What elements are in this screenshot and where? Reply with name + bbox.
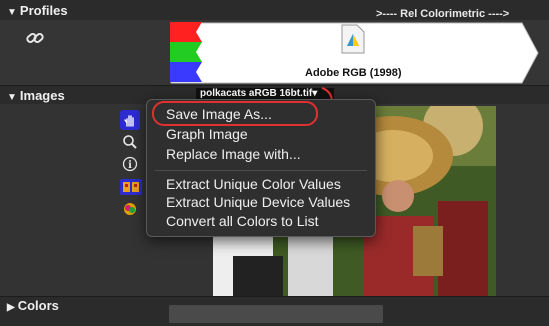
magnifier-icon[interactable]: [121, 133, 139, 151]
disclosure-triangle-icon[interactable]: ▼: [7, 7, 17, 18]
profiles-panel: >---- Rel Colorimetric ----> Adobe RGB (…: [0, 8, 549, 85]
color-wheel-icon[interactable]: [122, 201, 138, 217]
images-title: Images: [19, 88, 65, 103]
channel-flags: [170, 22, 202, 82]
swatch-icon[interactable]: [120, 179, 142, 195]
hand-icon[interactable]: [120, 110, 140, 130]
menu-item-convert-all-colors[interactable]: Convert all Colors to List: [166, 213, 319, 229]
section-divider: [0, 296, 549, 297]
menu-item-replace-image[interactable]: Replace Image with...: [166, 146, 301, 162]
colors-scrollbar[interactable]: [169, 305, 383, 323]
disclosure-triangle-icon[interactable]: ▼: [7, 92, 17, 103]
profiles-title: Profiles: [19, 3, 68, 18]
colors-title: Colors: [17, 298, 59, 313]
menu-item-extract-unique-color-values[interactable]: Extract Unique Color Values: [166, 176, 341, 192]
profile-name: Adobe RGB (1998): [305, 67, 402, 79]
disclosure-triangle-icon[interactable]: ▶: [7, 302, 15, 313]
menu-item-graph-image[interactable]: Graph Image: [166, 126, 248, 142]
menu-separator: [155, 170, 367, 171]
section-divider: [0, 85, 549, 86]
rendering-intent-label[interactable]: >---- Rel Colorimetric ---->: [376, 8, 509, 20]
info-icon[interactable]: i: [122, 156, 138, 172]
menu-item-extract-unique-device-values[interactable]: Extract Unique Device Values: [166, 194, 350, 210]
highlight-outline: [152, 101, 318, 126]
icc-profile-document-icon: [340, 24, 366, 54]
svg-text:i: i: [128, 160, 132, 171]
link-icon[interactable]: [24, 28, 46, 48]
